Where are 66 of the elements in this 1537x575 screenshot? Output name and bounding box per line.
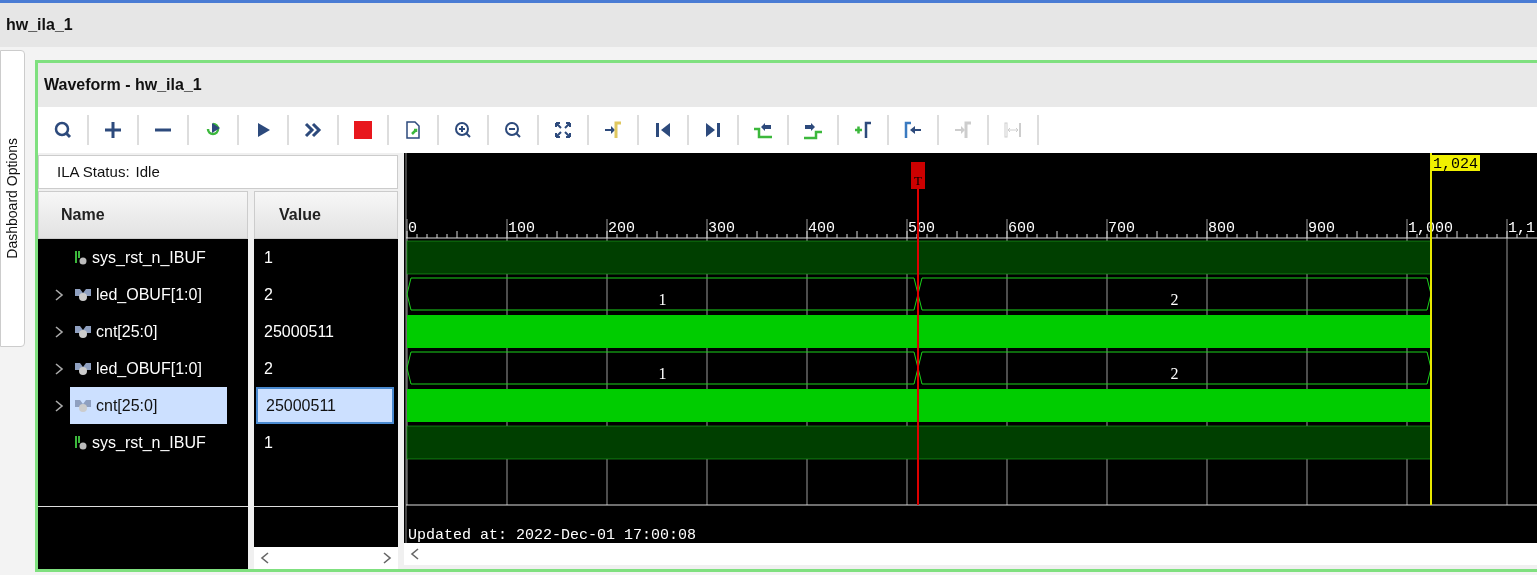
panel-title: Waveform - hw_ila_1 xyxy=(44,75,202,95)
signal-name-cell[interactable]: cnt[25:0] xyxy=(70,387,227,424)
bus-value: 1 xyxy=(658,365,667,382)
time-tick-label: 0 xyxy=(408,220,417,237)
cursor-label: 1,024 xyxy=(1431,155,1480,173)
add-marker-icon xyxy=(853,120,873,140)
bus-value: 1 xyxy=(658,291,667,308)
column-header[interactable]: Name xyxy=(38,191,248,239)
first-icon xyxy=(653,120,673,140)
updated-timestamp: Updated at: 2022-Dec-01 17:00:08 xyxy=(408,527,697,543)
time-tick-label: 300 xyxy=(708,220,735,237)
bus-value: 2 xyxy=(1170,291,1179,308)
zoom-in-icon xyxy=(453,120,473,140)
expand-chevron-icon[interactable] xyxy=(54,399,64,412)
signal-name-cell[interactable]: cnt[25:0] xyxy=(70,313,227,350)
bus-icon xyxy=(74,324,92,339)
time-tick-label: 100 xyxy=(508,220,535,237)
time-tick-label: 800 xyxy=(1208,220,1235,237)
signal-value-cell[interactable]: 25000511 xyxy=(256,313,394,350)
status-label: ILA Status: xyxy=(57,161,130,182)
column-header[interactable]: Value xyxy=(254,191,398,239)
signal-name-cell[interactable]: led_OBUF[1:0] xyxy=(70,276,227,313)
fast-forward-icon xyxy=(303,120,323,140)
bus-icon xyxy=(74,361,92,376)
signal-value-cell[interactable]: 2 xyxy=(256,276,394,313)
trigger-marker[interactable]: T xyxy=(911,162,925,189)
time-tick-label: 400 xyxy=(808,220,835,237)
bus-value: 2 xyxy=(1170,365,1179,382)
expand-chevron-icon[interactable] xyxy=(54,325,64,338)
remove-icon xyxy=(153,128,173,132)
go-to-marker-icon xyxy=(603,120,623,140)
time-tick-label: 600 xyxy=(1008,220,1035,237)
scroll-left-icon[interactable] xyxy=(410,548,420,560)
last-icon xyxy=(703,120,723,140)
signal-value-cell[interactable]: 25000511 xyxy=(256,387,394,424)
signal-value-cell[interactable]: 2 xyxy=(256,350,394,387)
zoom-out-icon xyxy=(503,120,523,140)
stop-icon xyxy=(353,120,373,140)
export-icon xyxy=(403,120,423,140)
signal-value-cell[interactable]: 1 xyxy=(256,239,394,276)
scroll-right-icon[interactable] xyxy=(382,552,392,564)
signal-name-cell[interactable]: led_OBUF[1:0] xyxy=(70,350,227,387)
signal-icon xyxy=(74,249,88,266)
bus-icon xyxy=(74,398,92,413)
measure-icon xyxy=(1003,120,1023,140)
signal-value-cell[interactable]: 1 xyxy=(256,424,394,461)
next-transition-icon xyxy=(803,120,823,140)
fit-icon xyxy=(553,120,573,140)
expand-chevron-icon[interactable] xyxy=(54,288,64,301)
next-marker-icon xyxy=(953,120,973,140)
window-title: hw_ila_1 xyxy=(6,15,73,35)
time-tick-label: 200 xyxy=(608,220,635,237)
search-icon xyxy=(53,120,73,140)
scroll-left-icon[interactable] xyxy=(260,552,270,564)
signal-name-cell[interactable]: sys_rst_n_IBUF xyxy=(70,239,227,276)
signal-name-cell[interactable]: sys_rst_n_IBUF xyxy=(70,424,227,461)
expand-chevron-icon[interactable] xyxy=(54,362,64,375)
time-tick-label: 700 xyxy=(1108,220,1135,237)
side-tab[interactable]: Dashboard Options xyxy=(0,50,25,347)
add-icon xyxy=(103,120,123,140)
signal-icon xyxy=(74,434,88,451)
time-tick-label: 900 xyxy=(1308,220,1335,237)
bus-icon xyxy=(74,287,92,302)
status-value: Idle xyxy=(135,161,160,182)
time-tick-label: 1,1 xyxy=(1508,220,1535,237)
prev-marker-icon xyxy=(903,120,923,140)
